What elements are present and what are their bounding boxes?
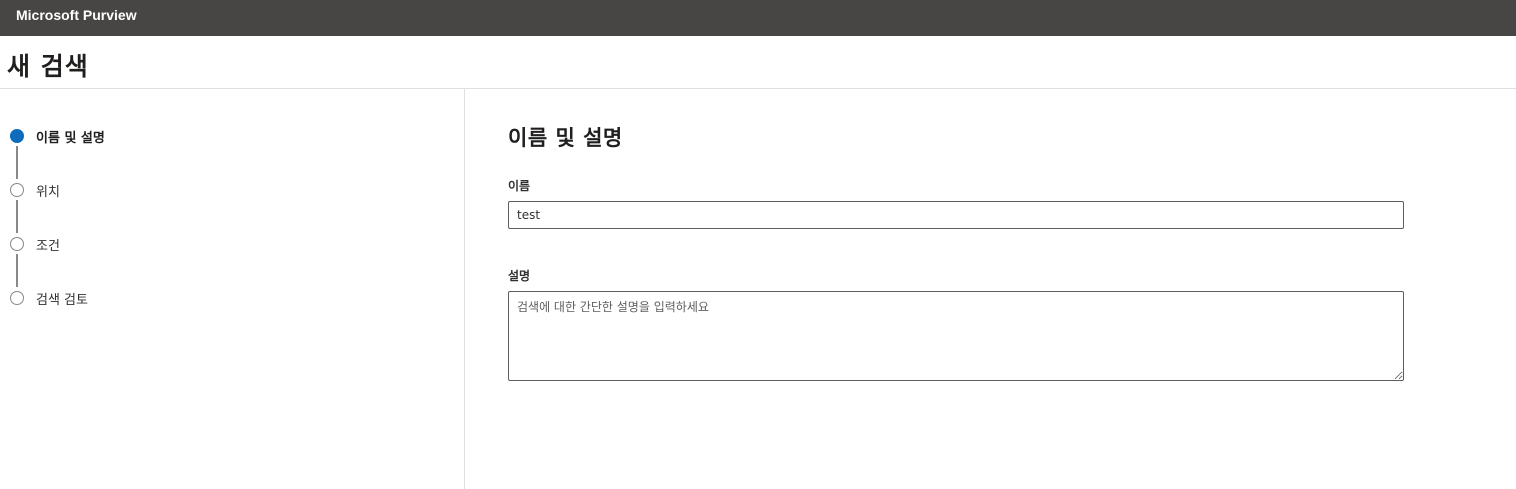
step-label: 검색 검토	[36, 293, 88, 308]
step-pending-indicator	[10, 291, 24, 305]
step-label: 조건	[36, 239, 60, 254]
step-connector	[16, 200, 18, 233]
page-header: 새 검색	[0, 36, 1516, 89]
step-review[interactable]: 검색 검토	[0, 288, 300, 308]
app-title: Microsoft Purview	[16, 7, 137, 23]
step-name-description[interactable]: 이름 및 설명	[0, 126, 300, 146]
step-pending-indicator	[10, 183, 24, 197]
name-label: 이름	[508, 179, 531, 193]
step-pending-indicator	[10, 237, 24, 251]
name-input[interactable]	[508, 201, 1404, 229]
form-content: 이름 및 설명 이름 설명	[508, 89, 1408, 489]
page-title: 새 검색	[7, 52, 89, 81]
step-connector	[16, 254, 18, 287]
description-label: 설명	[508, 269, 531, 283]
step-label: 위치	[36, 185, 60, 200]
step-location[interactable]: 위치	[0, 180, 300, 200]
app-header: Microsoft Purview	[0, 0, 1516, 36]
wizard-steps: 이름 및 설명 위치 조건 검색 검토	[0, 89, 465, 489]
step-connector	[16, 146, 18, 179]
description-input[interactable]	[508, 291, 1404, 381]
step-conditions[interactable]: 조건	[0, 234, 300, 254]
step-label: 이름 및 설명	[36, 131, 105, 146]
step-active-indicator	[10, 129, 24, 143]
section-title: 이름 및 설명	[508, 126, 623, 150]
